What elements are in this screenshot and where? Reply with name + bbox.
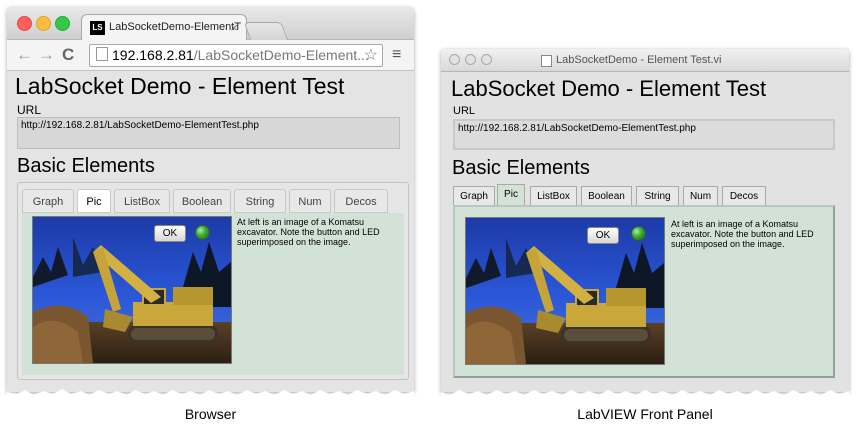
led-indicator bbox=[631, 226, 646, 241]
minimize-window-button[interactable] bbox=[465, 54, 476, 65]
page-title: LabSocket Demo - Element Test bbox=[451, 76, 767, 101]
url-label: URL bbox=[453, 105, 476, 117]
url-label: URL bbox=[17, 103, 42, 117]
labview-caption: LabVIEW Front Panel bbox=[577, 406, 713, 422]
tab-strip: Graph Pic ListBox Boolean String Num Dec… bbox=[453, 184, 833, 206]
tab-panel: OK At left is an image of a Komatsu exca… bbox=[453, 205, 835, 378]
page-title: LabSocket Demo - Element Test bbox=[15, 73, 345, 99]
section-title: Basic Elements bbox=[17, 155, 155, 177]
led-indicator bbox=[195, 225, 210, 240]
tab-num[interactable]: Num bbox=[683, 186, 718, 205]
browser-titlebar: LS LabSocketDemo-ElementT × bbox=[7, 7, 414, 41]
bookmark-star-icon[interactable]: ☆ bbox=[364, 45, 378, 66]
reload-icon[interactable]: C bbox=[62, 45, 74, 65]
url-field[interactable]: http://192.168.2.81/LabSocketDemo-Elemen… bbox=[17, 117, 400, 149]
address-bar[interactable]: 192.168.2.81/LabSocketDemo-Element... ☆ bbox=[89, 44, 383, 67]
back-arrow-icon[interactable]: ← bbox=[16, 45, 33, 65]
tab-listbox[interactable]: ListBox bbox=[114, 189, 170, 213]
ok-button[interactable]: OK bbox=[154, 225, 186, 242]
tab-num[interactable]: Num bbox=[289, 189, 331, 213]
labview-window: LabSocketDemo - Element Test.vi LabSocke… bbox=[441, 49, 849, 398]
browser-toolbar: ← → C 192.168.2.81/LabSocketDemo-Element… bbox=[7, 40, 414, 71]
forward-arrow-icon[interactable]: → bbox=[38, 45, 55, 65]
menu-icon[interactable]: ≡ bbox=[392, 45, 401, 65]
tab-decos[interactable]: Decos bbox=[722, 186, 766, 205]
tab-string[interactable]: String bbox=[636, 186, 679, 205]
description-text: At left is an image of a Komatsu excavat… bbox=[237, 217, 380, 247]
torn-edge bbox=[441, 390, 849, 398]
labview-window-title: LabSocketDemo - Element Test.vi bbox=[556, 54, 722, 66]
tab-pic[interactable]: Pic bbox=[497, 184, 525, 205]
page-icon bbox=[96, 47, 108, 61]
zoom-window-button[interactable] bbox=[55, 16, 70, 31]
browser-tab[interactable]: LS LabSocketDemo-ElementT × bbox=[81, 14, 247, 41]
vi-file-icon bbox=[541, 55, 552, 67]
tab-boolean[interactable]: Boolean bbox=[173, 189, 231, 213]
excavator-image: OK bbox=[465, 217, 665, 365]
close-tab-icon[interactable]: × bbox=[230, 15, 238, 40]
torn-edge bbox=[7, 389, 414, 398]
tab-graph[interactable]: Graph bbox=[453, 186, 495, 205]
section-title: Basic Elements bbox=[452, 157, 590, 179]
browser-caption: Browser bbox=[184, 406, 237, 422]
tab-listbox[interactable]: ListBox bbox=[530, 186, 577, 205]
tab-control: Graph Pic ListBox Boolean String Num Dec… bbox=[17, 182, 409, 380]
ok-button[interactable]: OK bbox=[587, 227, 619, 244]
tab-graph[interactable]: Graph bbox=[22, 189, 74, 213]
tab-panel: OK At left is an image of a Komatsu exca… bbox=[22, 213, 404, 375]
tab-boolean[interactable]: Boolean bbox=[581, 186, 632, 205]
tab-pic[interactable]: Pic bbox=[77, 189, 111, 213]
excavator-image: OK bbox=[32, 216, 232, 364]
address-path: /LabSocketDemo-Element... bbox=[193, 47, 369, 63]
labview-titlebar: LabSocketDemo - Element Test.vi bbox=[441, 49, 849, 72]
tab-strip: Graph Pic ListBox Boolean String Num Dec… bbox=[22, 189, 404, 213]
browser-tab-title: LabSocketDemo-ElementT bbox=[109, 21, 242, 33]
close-window-button[interactable] bbox=[17, 16, 32, 31]
description-text: At left is an image of a Komatsu excavat… bbox=[671, 219, 814, 249]
browser-window: LS LabSocketDemo-ElementT × ← → C 192.16… bbox=[7, 7, 414, 398]
address-host: 192.168.2.81 bbox=[112, 47, 194, 63]
tab-string[interactable]: String bbox=[234, 189, 286, 213]
zoom-window-button[interactable] bbox=[481, 54, 492, 65]
tab-decos[interactable]: Decos bbox=[334, 189, 388, 213]
new-tab-button[interactable] bbox=[243, 22, 289, 41]
close-window-button[interactable] bbox=[449, 54, 460, 65]
url-field[interactable]: http://192.168.2.81/LabSocketDemo-Elemen… bbox=[453, 119, 835, 150]
labsocket-favicon-icon: LS bbox=[90, 21, 105, 35]
minimize-window-button[interactable] bbox=[36, 16, 51, 31]
